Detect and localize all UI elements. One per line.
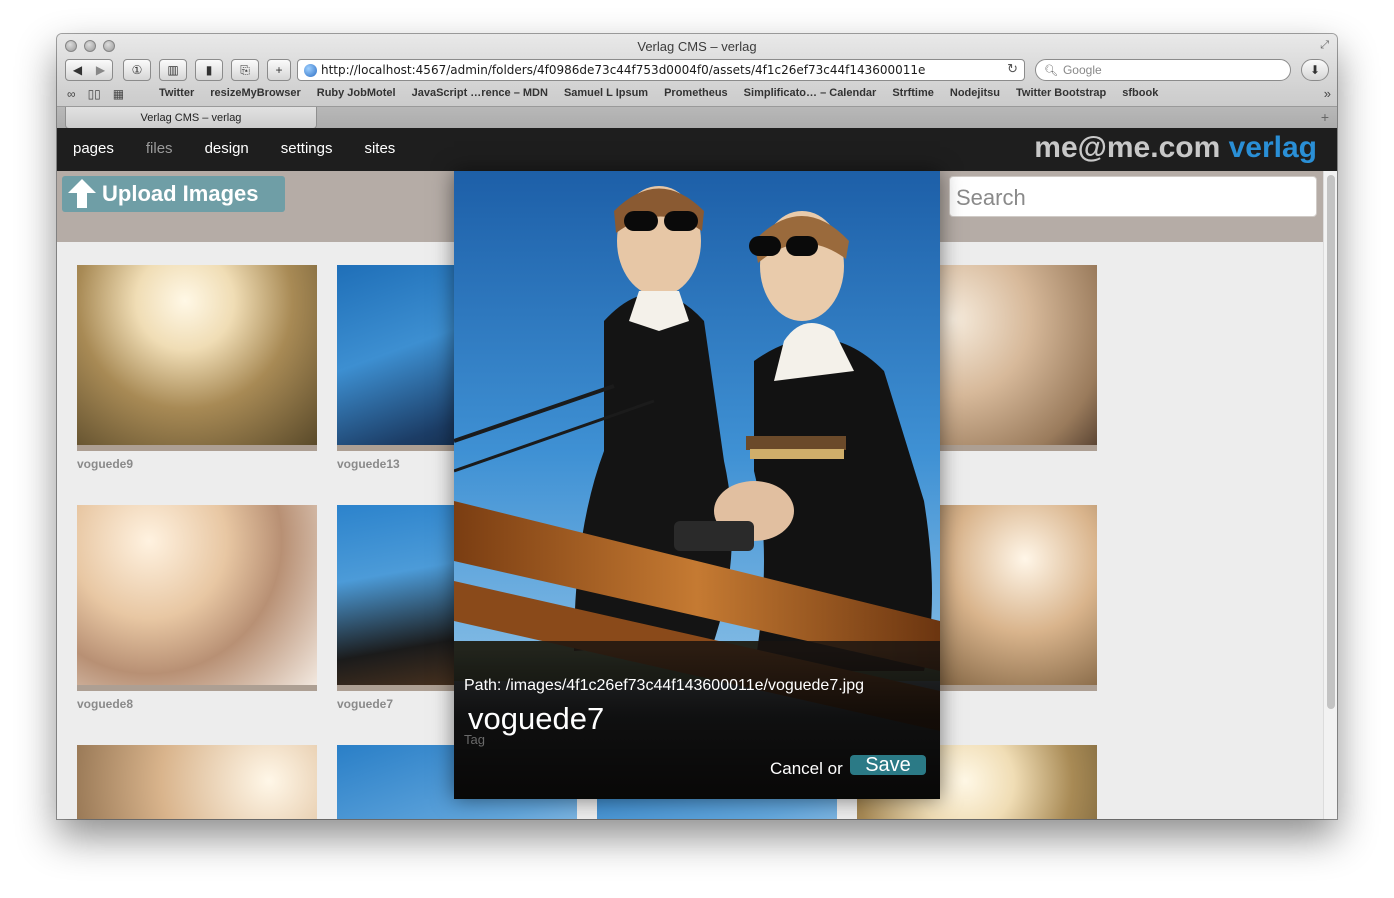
asset-image[interactable] xyxy=(77,745,317,819)
nav-item-settings[interactable]: settings xyxy=(281,140,333,157)
reload-icon[interactable]: ↻ xyxy=(1007,62,1018,77)
asset-thumbnail[interactable] xyxy=(77,745,317,819)
upload-images-button[interactable]: Upload Images xyxy=(62,176,285,212)
asset-image[interactable] xyxy=(77,505,317,685)
asset-path: Path: /images/4f1c26ef73c44f143600011e/v… xyxy=(464,677,865,694)
browser-window: Verlag CMS – verlag ⤢ ◀ ▶ ① ▥ ▮ ⎘ + http… xyxy=(57,34,1337,819)
top-sites-icon[interactable]: ▦ xyxy=(113,87,124,101)
share-icon: ⎘ xyxy=(240,62,250,77)
browser-titlebar: Verlag CMS – verlag ⤢ ◀ ▶ ① ▥ ▮ ⎘ + http… xyxy=(57,34,1337,137)
new-tab-plus-icon[interactable]: + xyxy=(1321,109,1329,125)
asset-label: voguede9 xyxy=(77,457,134,471)
asset-thumbnail[interactable]: voguede9 xyxy=(77,265,317,471)
asset-label: voguede8 xyxy=(77,697,134,711)
cms-navbar: pages files design settings sites me@me.… xyxy=(57,128,1337,171)
bookmark-item[interactable]: Ruby JobMotel xyxy=(317,87,396,99)
asset-image[interactable] xyxy=(77,265,317,445)
browser-search-field[interactable]: 🔍︎ Google xyxy=(1035,59,1291,81)
bookmarks-book-icon[interactable]: ▯▯ xyxy=(88,87,101,101)
page-scrollbar[interactable] xyxy=(1323,171,1337,819)
bookmark-item[interactable]: Samuel L Ipsum xyxy=(564,87,648,99)
reading-list-icon[interactable]: ∞ xyxy=(67,87,76,101)
asset-bar xyxy=(77,685,317,691)
nav-item-design[interactable]: design xyxy=(205,140,249,157)
back-arrow-icon[interactable]: ◀ xyxy=(73,63,82,77)
scrollbar-thumb[interactable] xyxy=(1327,175,1335,709)
brand-product: verlag xyxy=(1228,131,1317,164)
bookmark-item[interactable]: Simplificato… – Calendar xyxy=(744,87,877,99)
tab-title: Verlag CMS – verlag xyxy=(140,111,242,124)
nav-item-sites[interactable]: sites xyxy=(364,140,395,157)
bookmark-item[interactable]: sfbook xyxy=(1122,87,1158,99)
asset-edit-modal: Path: /images/4f1c26ef73c44f143600011e/v… xyxy=(454,171,940,799)
bookmarks-list: Twitter resizeMyBrowser Ruby JobMotel Ja… xyxy=(159,87,1158,99)
bookmark-item[interactable]: resizeMyBrowser xyxy=(210,87,301,99)
tab-strip: Verlag CMS – verlag + xyxy=(57,106,1337,129)
cms-nav: pages files design settings sites xyxy=(73,140,395,157)
tag-input[interactable]: Tag xyxy=(464,732,485,747)
download-icon: ⬇ xyxy=(1309,63,1321,77)
arrow-up-icon xyxy=(68,179,96,209)
address-bar[interactable]: http://localhost:4567/admin/folders/4f09… xyxy=(297,59,1025,81)
reader-button[interactable]: ① xyxy=(123,59,151,81)
fullscreen-icon[interactable]: ⤢ xyxy=(1320,39,1329,52)
more-bookmarks-chevron-icon[interactable]: » xyxy=(1324,86,1331,101)
forward-arrow-icon[interactable]: ▶ xyxy=(96,63,105,77)
url-text[interactable]: http://localhost:4567/admin/folders/4f09… xyxy=(321,63,925,77)
book-icon: ▥ xyxy=(167,63,179,77)
back-forward-buttons: ◀ ▶ xyxy=(65,59,113,81)
asset-thumbnail[interactable]: voguede8 xyxy=(77,505,317,711)
bookmarks-bar-icons: ∞ ▯▯ ▦ xyxy=(67,87,124,101)
globe-icon xyxy=(304,63,317,77)
save-button[interactable]: Save xyxy=(850,755,926,775)
add-bookmark-button[interactable]: + xyxy=(267,59,291,81)
cancel-link[interactable]: Cancel or xyxy=(770,759,843,779)
upload-images-label: Upload Images xyxy=(102,181,259,206)
nav-item-files[interactable]: files xyxy=(146,140,173,157)
brand-account: me@me.com xyxy=(1034,131,1221,164)
search-placeholder: Search xyxy=(956,185,1026,210)
browser-search-placeholder: Google xyxy=(1062,63,1102,77)
readability-icon: ▮ xyxy=(205,63,213,77)
nav-item-pages[interactable]: pages xyxy=(73,140,114,157)
reader-icon: ① xyxy=(131,63,143,77)
bookmark-item[interactable]: JavaScript …rence – MDN xyxy=(412,87,548,99)
asset-name-field[interactable]: voguede7 xyxy=(468,701,604,737)
bookmark-item[interactable]: Prometheus xyxy=(664,87,728,99)
browser-tab[interactable]: Verlag CMS – verlag xyxy=(65,107,317,129)
downloads-button[interactable]: ⬇ xyxy=(1301,59,1329,81)
bookmark-item[interactable]: Twitter xyxy=(159,87,194,99)
bookmark-item[interactable]: Twitter Bootstrap xyxy=(1016,87,1106,99)
window-title: Verlag CMS – verlag xyxy=(637,39,757,54)
search-input[interactable]: Search xyxy=(949,176,1317,217)
bookmark-item[interactable]: Nodejitsu xyxy=(950,87,1000,99)
share-button[interactable]: ⎘ xyxy=(231,59,259,81)
bookmark-item[interactable]: Strftime xyxy=(892,87,934,99)
bookmarks-button[interactable]: ▥ xyxy=(159,59,187,81)
search-icon: 🔍︎ xyxy=(1044,64,1058,77)
plus-icon: + xyxy=(275,63,283,77)
bookmarks-bar: ∞ ▯▯ ▦ Twitter resizeMyBrowser Ruby JobM… xyxy=(57,86,1337,104)
readability-button[interactable]: ▮ xyxy=(195,59,223,81)
asset-bar xyxy=(77,445,317,451)
brand-logo[interactable]: me@me.com verlag xyxy=(1034,131,1317,165)
browser-toolbar: ◀ ▶ ① ▥ ▮ ⎘ + http://localhost:4567/admi… xyxy=(57,59,1337,83)
